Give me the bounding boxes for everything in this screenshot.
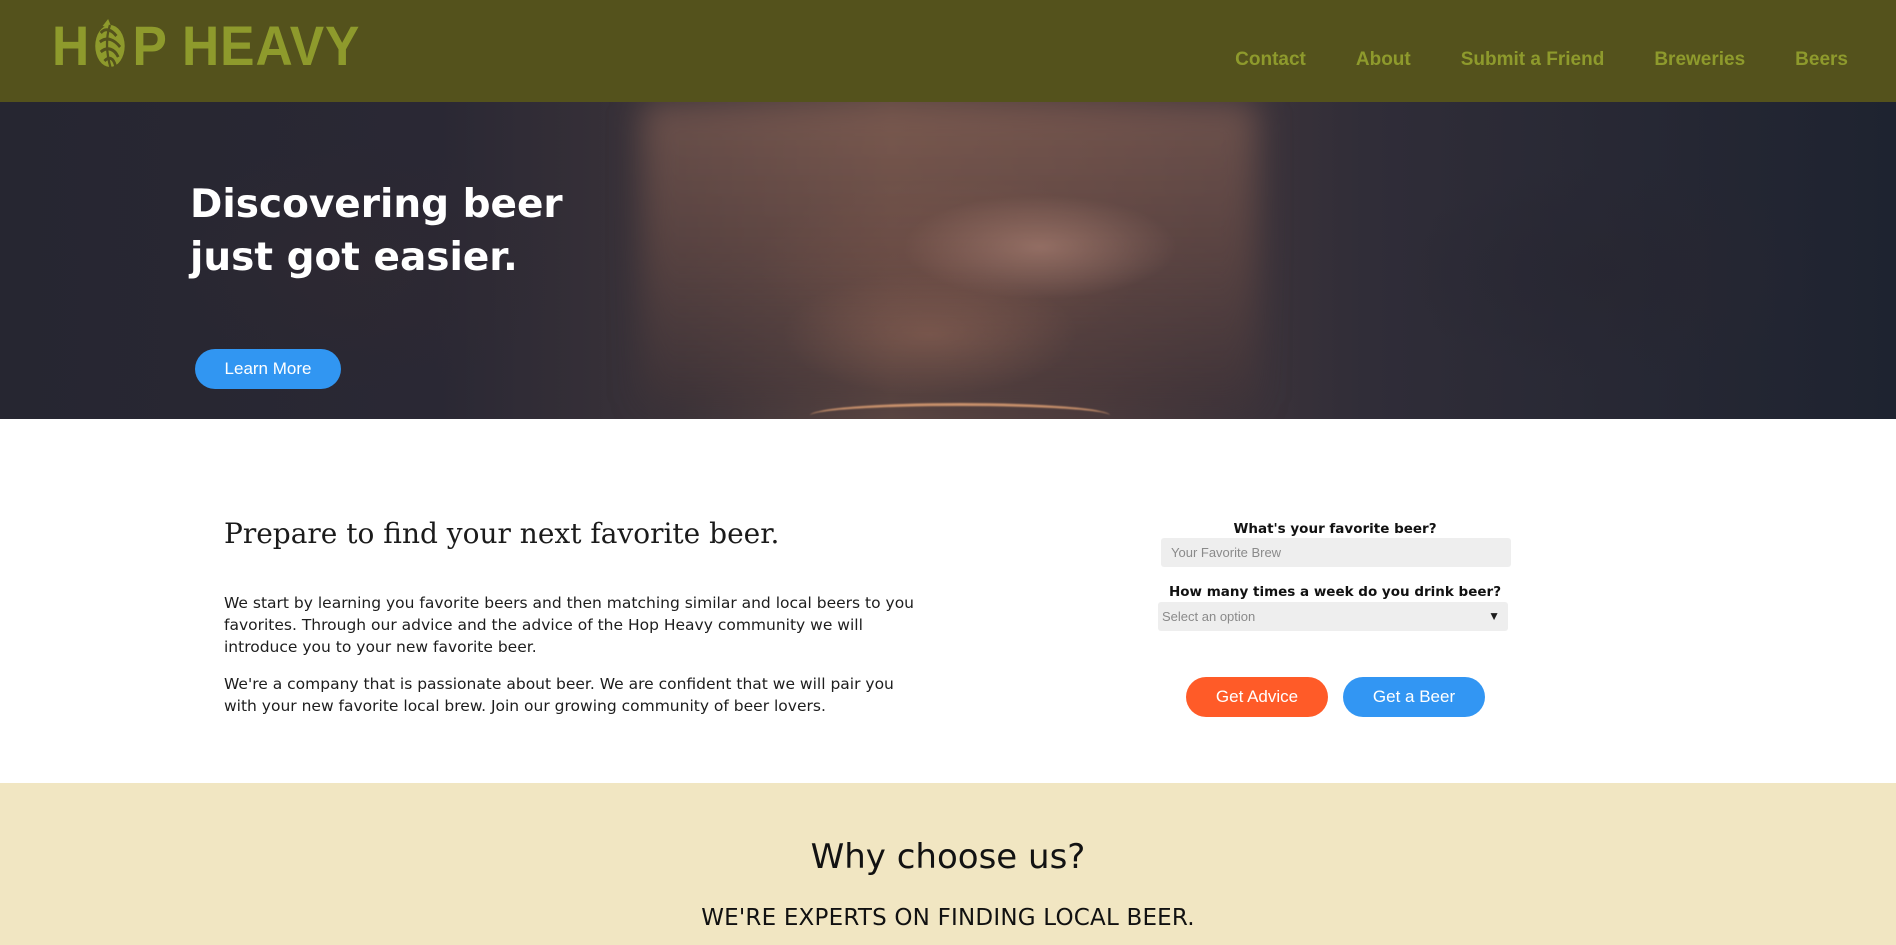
get-advice-button[interactable]: Get Advice [1186,677,1328,717]
main-navigation: Contact About Submit a Friend Breweries … [1185,44,1848,76]
nav-about-link[interactable]: About [1356,44,1411,76]
favorite-beer-label: What's your favorite beer? [1233,521,1437,537]
hero-banner: Discovering beer just got easier. Learn … [0,102,1896,419]
logo-text-p-heavy: P HEAVY [132,14,361,77]
site-logo[interactable]: H P HEAVY [52,18,360,74]
drink-frequency-label: How many times a week do you drink beer? [1168,584,1502,600]
nav-submit-a-friend-link[interactable]: Submit a Friend [1461,44,1605,76]
beer-preference-form: What's your favorite beer? How many time… [1158,519,1512,725]
nav-breweries-link[interactable]: Breweries [1654,44,1745,76]
why-choose-us-section: Why choose us? WE'RE EXPERTS ON FINDING … [0,783,1896,945]
intro-paragraph-2: We're a company that is passionate about… [224,675,894,715]
drink-frequency-selected-value: Select an option [1162,609,1256,624]
learn-more-button[interactable]: Learn More [195,349,341,389]
intro-section: Prepare to find your next favorite beer.… [224,514,914,717]
hero-title-line-2: just got easier. [190,235,518,280]
site-header: H P HEAVY Contact About Submit a Friend … [0,0,1896,102]
why-choose-us-title: Why choose us? [810,837,1086,877]
logo-text-h: H [52,14,91,77]
nav-contact-link[interactable]: Contact [1235,44,1306,76]
dropdown-arrow-icon: ▼ [1488,609,1500,623]
get-a-beer-button[interactable]: Get a Beer [1343,677,1485,717]
intro-heading: Prepare to find your next favorite beer. [224,517,780,550]
hop-leaf-icon [95,19,126,70]
hero-title-line-1: Discovering beer [190,182,563,227]
drink-frequency-select[interactable]: Select an option ▼ [1158,602,1508,631]
intro-paragraph-1: We start by learning you favorite beers … [224,594,914,656]
nav-beers-link[interactable]: Beers [1795,44,1848,76]
favorite-beer-input[interactable] [1161,538,1511,567]
why-choose-us-subtitle: WE'RE EXPERTS ON FINDING LOCAL BEER. [701,905,1195,931]
hero-title: Discovering beer just got easier. [190,178,610,284]
